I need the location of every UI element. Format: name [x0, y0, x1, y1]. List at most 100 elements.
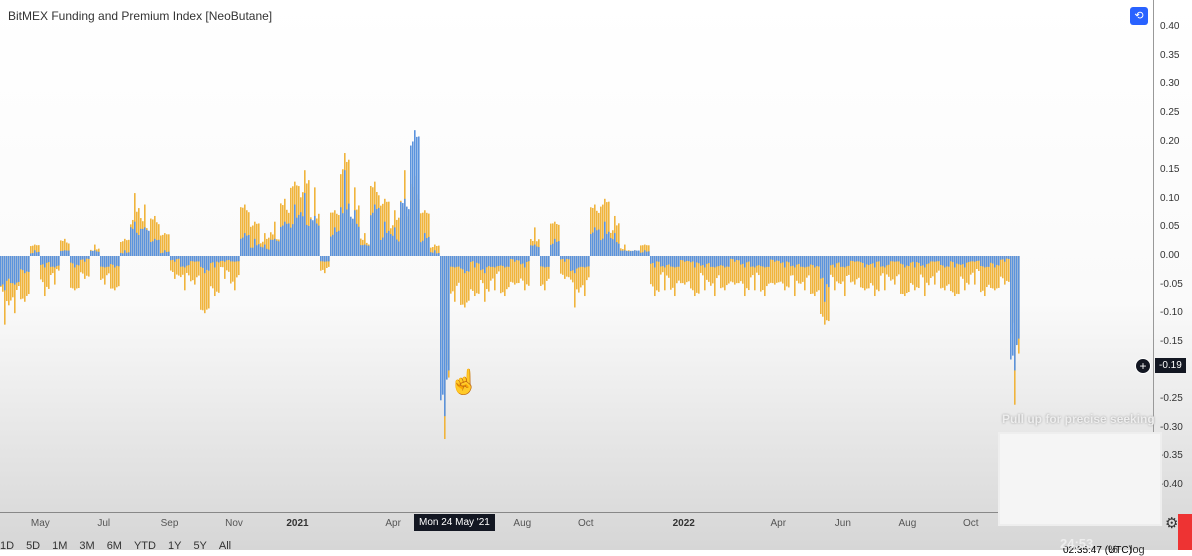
funding-bar: [174, 256, 176, 262]
funding-bar: [216, 256, 218, 262]
funding-bar: [438, 252, 440, 256]
hand-cursor-icon: ☝: [449, 369, 479, 396]
funding-bar: [926, 256, 928, 265]
y-tick-label: -0.05: [1160, 278, 1183, 290]
funding-bar: [860, 256, 862, 263]
funding-bar: [1004, 256, 1006, 262]
funding-bar: [466, 256, 468, 271]
funding-bar: [144, 227, 146, 256]
funding-bar: [918, 256, 920, 263]
funding-bar: [690, 256, 692, 263]
funding-bar: [712, 256, 714, 267]
funding-bar: [990, 256, 992, 263]
funding-bar: [160, 253, 162, 256]
funding-bar: [56, 256, 58, 267]
funding-bar: [326, 256, 328, 262]
funding-bar: [702, 256, 704, 266]
funding-bar: [800, 256, 802, 267]
funding-bar: [112, 256, 114, 265]
range-button-6m[interactable]: 6M: [107, 540, 122, 552]
funding-bar: [488, 256, 490, 267]
funding-bar: [642, 252, 644, 256]
funding-bar: [914, 256, 916, 268]
funding-bar: [704, 256, 706, 268]
crosshair-date-label: Mon 24 May '21: [414, 514, 495, 531]
funding-bar: [978, 256, 980, 261]
funding-bar: [338, 230, 340, 256]
funding-bar: [640, 252, 642, 256]
funding-bar: [824, 256, 826, 302]
range-button-3m[interactable]: 3M: [79, 540, 94, 552]
funding-bar: [818, 256, 820, 267]
funding-bar: [962, 256, 964, 265]
range-button-ytd[interactable]: YTD: [134, 540, 156, 552]
x-axis[interactable]: 2023OctAugJunApr2022OctAugApr2021NovSepJ…: [0, 512, 1153, 535]
funding-bar: [820, 256, 822, 279]
funding-bar: [888, 256, 890, 265]
range-button-1d[interactable]: 1D: [0, 540, 14, 552]
funding-bar: [454, 256, 456, 268]
funding-bar: [904, 256, 906, 268]
funding-bar: [924, 256, 926, 268]
funding-bar: [418, 136, 420, 256]
funding-bar: [202, 256, 204, 268]
funding-bar: [1016, 256, 1018, 346]
funding-bar: [378, 207, 380, 256]
range-button-all[interactable]: All: [219, 540, 231, 552]
funding-bar: [18, 256, 20, 282]
funding-bar: [812, 256, 814, 266]
funding-bar: [266, 248, 268, 256]
funding-bar: [1010, 256, 1012, 360]
funding-bar: [794, 256, 796, 268]
funding-bar: [158, 239, 160, 256]
funding-bar: [676, 256, 678, 267]
funding-bar: [882, 256, 884, 267]
funding-bar: [410, 145, 412, 256]
funding-bar: [858, 256, 860, 262]
funding-bar: [336, 231, 338, 256]
funding-bar: [724, 256, 726, 268]
funding-bar: [936, 256, 938, 262]
fit-chart-button[interactable]: ⟲: [1130, 7, 1148, 25]
x-tick-label: Apr: [770, 518, 787, 529]
video-timestamp: 24:53: [1060, 536, 1094, 551]
range-button-5y[interactable]: 5Y: [193, 540, 206, 552]
range-button-1m[interactable]: 1M: [52, 540, 67, 552]
funding-bar: [590, 234, 592, 256]
funding-bar: [646, 251, 648, 256]
log-toggle[interactable]: log: [1130, 544, 1145, 556]
funding-bar: [670, 256, 672, 267]
settings-gear-icon[interactable]: ⚙: [1165, 514, 1178, 532]
range-button-5d[interactable]: 5D: [26, 540, 40, 552]
funding-bar: [750, 256, 752, 267]
funding-bar: [348, 203, 350, 256]
funding-bar: [610, 237, 612, 256]
funding-bar: [804, 256, 806, 268]
funding-bar: [36, 252, 38, 256]
premium-bar: [680, 256, 682, 284]
funding-bar: [864, 256, 866, 268]
funding-bar: [96, 251, 98, 256]
add-plus-icon[interactable]: +: [1135, 358, 1151, 374]
funding-bar: [606, 233, 608, 256]
funding-bar: [116, 256, 118, 266]
funding-bar: [358, 226, 360, 256]
funding-bar: [716, 256, 718, 267]
funding-bar: [290, 227, 292, 256]
funding-bar: [512, 256, 514, 260]
funding-bar: [752, 256, 754, 267]
funding-bar: [660, 256, 662, 267]
funding-bar: [744, 256, 746, 268]
range-button-1y[interactable]: 1Y: [168, 540, 181, 552]
chart-plot[interactable]: [0, 0, 1153, 512]
funding-bar: [492, 256, 494, 267]
funding-bar: [868, 256, 870, 266]
funding-bar: [636, 250, 638, 256]
funding-bar: [852, 256, 854, 262]
funding-bar: [510, 256, 512, 259]
funding-bar: [634, 250, 636, 256]
funding-bar: [664, 256, 666, 268]
funding-bar: [264, 244, 266, 256]
premium-bar: [510, 256, 512, 282]
funding-bar: [182, 256, 184, 267]
